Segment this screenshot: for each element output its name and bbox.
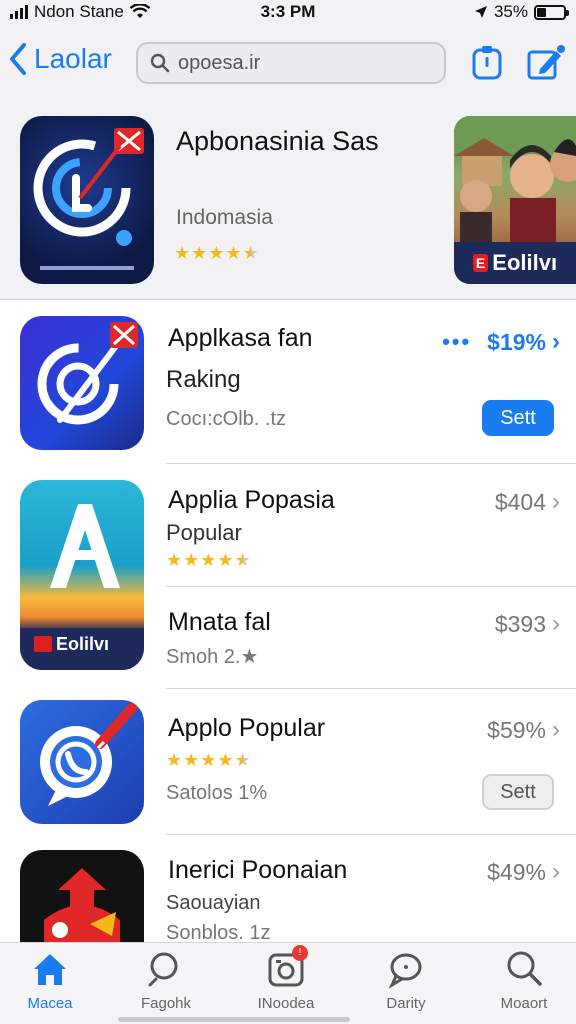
star-icon: ★ (183, 750, 200, 770)
featured-promo-image[interactable]: E Eolilvı (454, 116, 576, 284)
app-icon-1 (20, 316, 144, 450)
app-meta: Satolos 1% (166, 782, 268, 804)
star-icon: ★ (191, 243, 208, 263)
star-icon: ★ (208, 243, 225, 263)
search-icon (150, 53, 170, 73)
chevron-right-icon: › (552, 858, 560, 885)
search-icon (146, 949, 186, 989)
star-icon: ★ (234, 550, 251, 570)
battery-icon (534, 4, 569, 20)
chevron-right-icon: › (552, 488, 560, 515)
tab-label: Macea (27, 995, 73, 1012)
app-subtitle: Saouayian (166, 892, 261, 914)
more-dots-icon: ••• (442, 329, 472, 354)
search-icon (504, 949, 544, 989)
featured-app-title: Apbonasinia Sas (176, 126, 379, 156)
row-divider (166, 586, 576, 587)
app-icon-4 (20, 700, 144, 824)
chevron-right-icon: › (552, 328, 560, 355)
app-subtitle: Popular (166, 520, 242, 545)
get-button[interactable]: Sett (482, 400, 554, 436)
camera-icon: ! (266, 945, 308, 989)
app-price[interactable]: $49% › (487, 858, 560, 886)
featured-app-subtitle: Indomasia (176, 206, 273, 229)
star-icon: ★ (166, 750, 183, 770)
star-icon: ★ (174, 243, 191, 263)
chevron-right-icon: › (552, 610, 560, 637)
app-subtitle: Raking (166, 366, 241, 393)
app-title: Applkasa fan (168, 324, 313, 352)
tab-label: Darity (386, 995, 426, 1012)
compose-button[interactable] (526, 44, 566, 82)
tab-label: Fagohk (140, 995, 192, 1012)
star-icon: ★ (200, 550, 217, 570)
featured-app-icon (20, 116, 154, 284)
tab-label: Moaort (500, 995, 548, 1012)
chevron-left-icon (10, 43, 26, 75)
row-divider (166, 688, 576, 689)
search-bar[interactable] (136, 42, 446, 84)
clipboard-icon (472, 46, 502, 80)
star-icon: ★ (217, 550, 234, 570)
rating-stars: ★ ★ ★ ★ ★ (166, 750, 251, 770)
app-title: Inerici Poonaian (168, 856, 348, 884)
tab-more[interactable]: Moaort (474, 949, 574, 1012)
home-indicator (118, 1017, 350, 1022)
location-icon (474, 6, 487, 18)
promo-banner: E Eolilvı (454, 242, 576, 284)
star-icon: ★ (217, 750, 234, 770)
tab-search[interactable]: Fagohk (116, 949, 216, 1012)
app-price[interactable]: ••• $19% › (442, 328, 560, 356)
star-icon: ★ (166, 550, 183, 570)
star-icon: ★ (200, 750, 217, 770)
price-value: $59% (487, 716, 546, 743)
row-divider (166, 834, 576, 835)
battery-percent: 35% (493, 2, 528, 21)
home-icon (30, 949, 70, 989)
star-icon: ★ (234, 750, 251, 770)
notification-badge: ! (292, 945, 308, 961)
tab-bar: Macea Fagohk ! INoodea Darity Moaort (0, 942, 576, 1024)
search-input[interactable] (178, 51, 418, 75)
star-icon: ★ (183, 550, 200, 570)
star-icon: ★ (242, 243, 259, 263)
featured-app-card[interactable]: Apbonasinia Sas Indomasia ★ ★ ★ ★ ★ E Eolilv… (0, 100, 576, 300)
app-icon-5 (20, 850, 144, 942)
tab-camera[interactable]: ! INoodea (236, 945, 336, 1012)
back-button[interactable]: Laolar (8, 42, 112, 76)
status-bar: Ndon Stane 3:3 PM 35% (0, 0, 576, 26)
app-title: Applia Popasia (168, 486, 335, 514)
app-meta: Cocı:cOlb. .tz (166, 408, 287, 430)
promo-banner-text: Eolilvı (492, 250, 558, 275)
app-title: Applo Popular (168, 714, 326, 742)
app-title: Mnata fal (168, 608, 271, 636)
navigation-bar: Laolar (0, 26, 576, 100)
app-meta: Smoh 2.★ (166, 646, 259, 668)
star-icon: ★ (225, 243, 242, 263)
message-icon (386, 949, 426, 989)
back-label: Laolar (34, 43, 112, 74)
app-price[interactable]: $404 › (495, 488, 560, 516)
row-divider (166, 463, 576, 464)
price-value: $19% (487, 328, 546, 355)
get-button[interactable]: Sett (482, 774, 554, 810)
app-price[interactable]: $393 › (495, 610, 560, 638)
compose-icon (527, 45, 565, 80)
rating-stars: ★ ★ ★ ★ ★ (166, 550, 251, 570)
tab-messages[interactable]: Darity (356, 949, 456, 1012)
tab-label: INoodea (257, 995, 315, 1012)
tab-home[interactable]: Macea (0, 949, 100, 1012)
share-button[interactable] (470, 44, 504, 82)
app-icon-2: Eolilvı (20, 480, 144, 670)
app-price[interactable]: $59% › (487, 716, 560, 744)
app-icon-banner-text: Eolilvı (56, 634, 109, 654)
brand-logo-icon: E (472, 254, 489, 272)
price-value: $404 (494, 488, 546, 515)
featured-rating-stars: ★ ★ ★ ★ ★ (174, 243, 259, 263)
price-value: $393 (494, 610, 546, 637)
chevron-right-icon: › (552, 716, 560, 743)
price-value: $49% (487, 858, 546, 885)
